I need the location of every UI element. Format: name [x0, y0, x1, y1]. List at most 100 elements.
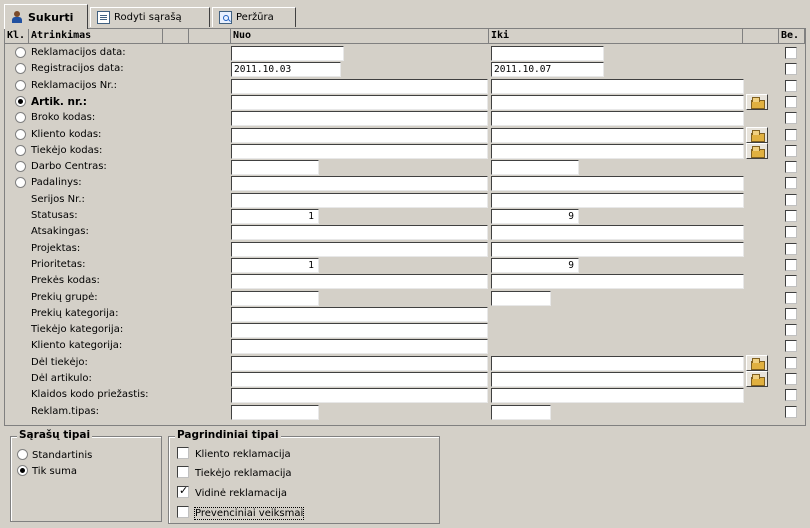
exclude-checkbox[interactable]: [785, 128, 797, 141]
checkbox[interactable]: [177, 447, 189, 459]
iki-input[interactable]: 9: [491, 209, 579, 224]
nuo-input[interactable]: [231, 160, 319, 176]
iki-input[interactable]: [491, 94, 744, 110]
iki-input[interactable]: [491, 46, 604, 61]
nuo-input[interactable]: [231, 372, 488, 387]
iki-input[interactable]: [491, 160, 579, 176]
nuo-input[interactable]: [231, 388, 488, 404]
iki-input[interactable]: [491, 127, 744, 143]
criteria-radio[interactable]: [15, 47, 26, 58]
checkbox[interactable]: [177, 466, 189, 478]
iki-input[interactable]: 9: [491, 257, 579, 273]
criteria-radio[interactable]: [15, 63, 26, 75]
exclude-checkbox[interactable]: [785, 242, 797, 255]
criteria-label: Kliento kategorija:: [31, 340, 123, 352]
nuo-input[interactable]: [231, 306, 488, 322]
type-kliento-reklamacija[interactable]: Kliento reklamacija: [177, 447, 291, 462]
exclude-checkbox[interactable]: [785, 177, 797, 190]
nuo-input[interactable]: [231, 323, 488, 339]
criteria-radio[interactable]: [15, 144, 26, 156]
nuo-input[interactable]: 1: [231, 209, 319, 224]
nuo-input[interactable]: 1: [231, 257, 319, 273]
iki-input[interactable]: [491, 355, 744, 371]
criteria-radio[interactable]: [15, 79, 26, 91]
folder-picker-icon[interactable]: [746, 354, 768, 371]
iki-input[interactable]: [491, 143, 744, 159]
nuo-input[interactable]: [231, 78, 488, 94]
exclude-checkbox[interactable]: [785, 210, 797, 222]
nuo-input[interactable]: [231, 192, 488, 208]
exclude-checkbox[interactable]: [785, 63, 797, 76]
nuo-input[interactable]: [231, 290, 319, 306]
type-tiekejo-reklamacija[interactable]: Tiekėjo reklamacija: [177, 466, 292, 481]
iki-input[interactable]: [491, 290, 551, 306]
criteria-label: Broko kodas:: [31, 112, 96, 124]
tab-sukurti[interactable]: Sukurti: [4, 4, 88, 29]
iki-input[interactable]: [491, 78, 744, 94]
exclude-checkbox[interactable]: [785, 193, 797, 206]
nuo-input[interactable]: [231, 143, 488, 159]
exclude-checkbox[interactable]: [785, 324, 797, 337]
nuo-input[interactable]: [231, 111, 488, 127]
iki-input[interactable]: [491, 372, 744, 387]
criteria-radio[interactable]: [15, 95, 26, 107]
exclude-checkbox[interactable]: [785, 373, 797, 385]
checkbox[interactable]: [177, 506, 189, 518]
nuo-input[interactable]: [231, 127, 488, 143]
exclude-checkbox[interactable]: [785, 389, 797, 402]
exclude-checkbox[interactable]: [785, 405, 797, 418]
folder-picker-icon[interactable]: [746, 93, 768, 110]
nuo-input[interactable]: [231, 225, 488, 241]
exclude-checkbox[interactable]: [785, 226, 797, 239]
criteria-row: Dėl tiekėjo:: [5, 354, 805, 371]
exclude-checkbox[interactable]: [785, 95, 797, 108]
type-vidine-reklamacija[interactable]: Vidinė reklamacija: [177, 484, 287, 501]
iki-input[interactable]: [491, 111, 744, 127]
exclude-checkbox[interactable]: [785, 161, 797, 174]
exclude-checkbox[interactable]: [785, 356, 797, 369]
iki-input[interactable]: [491, 241, 744, 257]
criteria-radio[interactable]: [15, 112, 26, 124]
exclude-checkbox[interactable]: [785, 258, 797, 271]
radio-button[interactable]: [17, 449, 28, 460]
header-nuo: Nuo: [231, 29, 489, 44]
iki-input[interactable]: [491, 192, 744, 208]
exclude-checkbox[interactable]: [785, 275, 797, 288]
criteria-radio[interactable]: [15, 161, 26, 173]
folder-picker-icon[interactable]: [746, 142, 768, 159]
folder-picker-icon[interactable]: [746, 371, 768, 387]
nuo-input[interactable]: [231, 274, 488, 290]
nuo-input[interactable]: [231, 355, 488, 371]
iki-input[interactable]: [491, 274, 744, 290]
criteria-radio[interactable]: [15, 177, 26, 189]
iki-input[interactable]: 2011.10.07: [491, 62, 604, 78]
criteria-radio[interactable]: [15, 128, 26, 140]
tab-rodyti-sarasa[interactable]: Rodyti sąrašą: [90, 7, 210, 27]
exclude-checkbox[interactable]: [785, 112, 797, 125]
iki-input[interactable]: [491, 404, 551, 420]
exclude-checkbox[interactable]: [785, 307, 797, 320]
iki-input[interactable]: [491, 225, 744, 241]
folder-picker-icon[interactable]: [746, 126, 768, 143]
exclude-checkbox[interactable]: [785, 47, 797, 59]
exclude-checkbox[interactable]: [785, 291, 797, 304]
exclude-checkbox[interactable]: [785, 144, 797, 157]
nuo-input[interactable]: [231, 404, 319, 420]
tab-perzura[interactable]: Peržūra: [212, 7, 296, 27]
nuo-input[interactable]: [231, 339, 488, 355]
list-type-standartinis[interactable]: Standartinis: [17, 447, 92, 463]
radio-button[interactable]: [17, 465, 28, 476]
option-label: Kliento reklamacija: [195, 449, 291, 460]
nuo-input[interactable]: [231, 46, 344, 61]
type-prevenciniai-veiksmai[interactable]: Prevenciniai veiksmai: [177, 506, 305, 521]
iki-input[interactable]: [491, 176, 744, 192]
nuo-input[interactable]: [231, 94, 488, 110]
list-type-tik-suma[interactable]: Tik suma: [17, 463, 77, 479]
nuo-input[interactable]: 2011.10.03: [231, 62, 341, 78]
checkbox[interactable]: [177, 484, 189, 498]
nuo-input[interactable]: [231, 241, 488, 257]
nuo-input[interactable]: [231, 176, 488, 192]
iki-input[interactable]: [491, 388, 744, 404]
exclude-checkbox[interactable]: [785, 79, 797, 92]
exclude-checkbox[interactable]: [785, 340, 797, 353]
